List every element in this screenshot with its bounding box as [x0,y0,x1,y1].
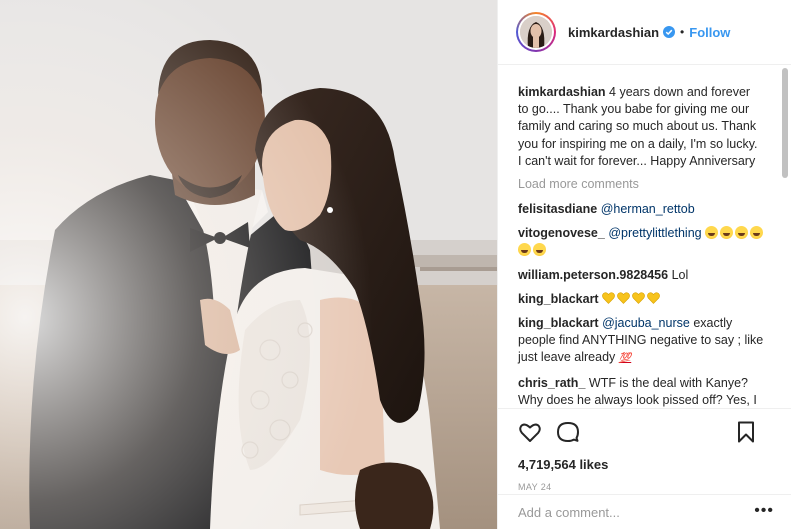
comment-mention[interactable]: @jacuba_nurse [602,316,690,330]
comment-username[interactable]: king_blackart [518,316,599,330]
post-side-panel: kimkardashian • Follow kimkardashian 4 y… [497,0,791,529]
add-comment-input[interactable] [518,504,748,520]
post-photo[interactable] [0,0,497,529]
comment-mention[interactable]: @prettylittlething [608,226,701,240]
comment-mention[interactable]: @herman_rettob [601,202,695,216]
add-comment-bar: ••• [498,494,791,529]
scrollbar-thumb[interactable] [782,68,788,178]
comment-username[interactable]: king_blackart [518,292,599,306]
comment-item: king_blackart [518,291,766,308]
comment-item: chris_rath_ WTF is the deal with Kanye? … [518,375,766,408]
separator-dot: • [680,25,685,39]
comments-list[interactable]: kimkardashian 4 years down and forever t… [498,66,780,408]
comment-text: Lol [671,267,689,282]
verified-badge-icon [663,26,676,38]
comment-item: vitogenovese_ @prettylittlething [518,225,766,259]
comments-scrollbar[interactable] [781,66,789,408]
likes-count[interactable]: 4,719,564 likes [498,457,791,472]
yellow-heart-icon [602,292,662,306]
comment-item: william.peterson.9828456 Lol [518,267,766,284]
post-header: kimkardashian • Follow [498,0,791,65]
couple-photo-illustration [0,0,497,529]
post-actions: 4,719,564 likes MAY 24 [498,408,791,492]
post-date[interactable]: MAY 24 [498,482,791,492]
bookmark-save-icon[interactable] [734,420,758,444]
follow-button[interactable]: Follow [689,25,730,40]
load-more-comments-link[interactable]: Load more comments [518,177,780,191]
comment-item: king_blackart @jacuba_nurse exactly peop… [518,315,766,368]
comment-bubble-icon[interactable] [556,420,580,444]
comment-username[interactable]: chris_rath_ [518,376,585,390]
header-username[interactable]: kimkardashian [568,25,659,40]
more-options-icon[interactable]: ••• [754,503,774,519]
comment-username[interactable]: vitogenovese_ [518,226,605,240]
avatar-image [520,16,552,48]
caption-username[interactable]: kimkardashian [518,85,606,99]
hundred-points-icon: 💯 [618,353,632,365]
profile-avatar[interactable] [516,12,556,52]
comment-item: felisitasdiane @herman_rettob [518,201,766,218]
comment-username[interactable]: felisitasdiane [518,202,597,216]
post-caption: kimkardashian 4 years down and forever t… [518,84,758,170]
like-heart-icon[interactable] [518,420,542,444]
comment-username[interactable]: william.peterson.9828456 [518,268,668,282]
